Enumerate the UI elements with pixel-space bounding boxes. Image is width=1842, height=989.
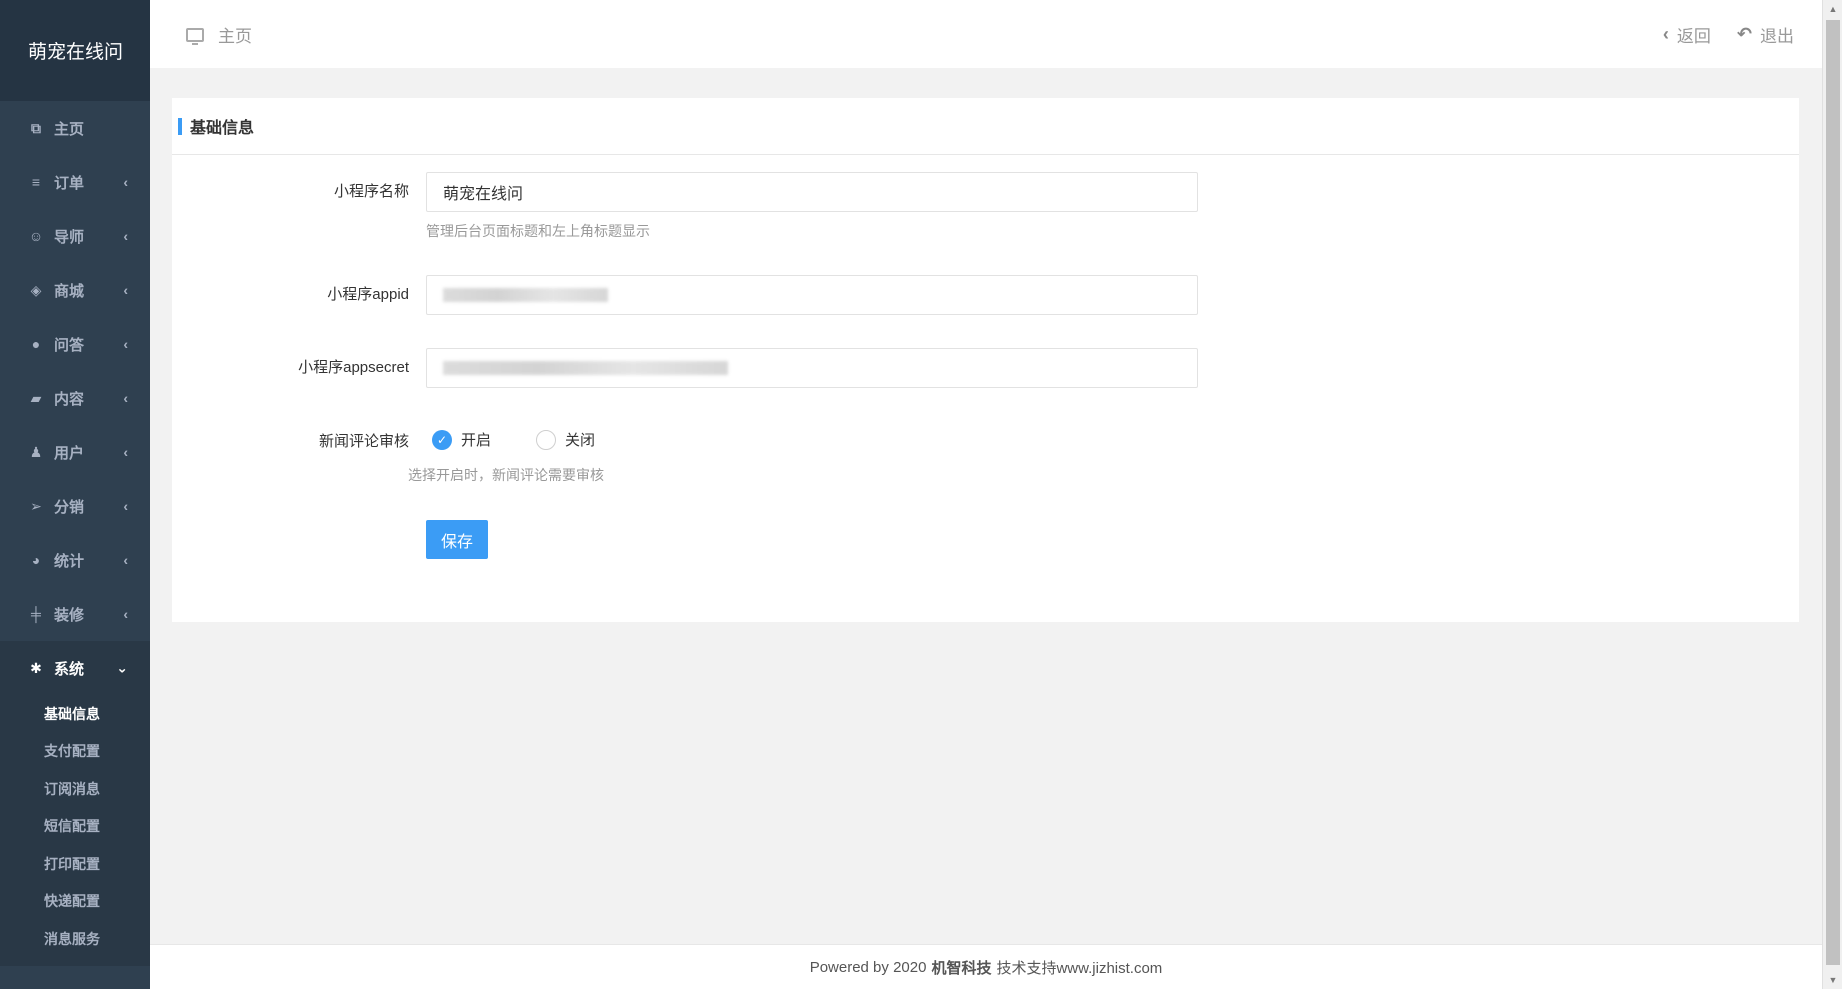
name-label: 小程序名称 [333,183,409,200]
sidebar-subitem-subscription[interactable]: 订阅消息 [0,770,150,808]
sidebar-item-orders[interactable]: ≡ 订单 ‹ [0,155,150,209]
send-icon: ➢ [30,497,42,514]
monitor-icon [186,27,204,45]
name-hint: 管理后台页面标题和左上角标题显示 [426,223,650,239]
chevron-left-icon: ‹ [123,282,128,298]
list-icon: ≡ [31,174,41,190]
appid-input[interactable] [426,275,1198,315]
sidebar-item-label: 内容 [54,390,85,408]
review-off-radio[interactable]: 关闭 [536,429,595,450]
radio-label: 开启 [461,432,492,449]
breadcrumb-home[interactable]: 主页 [218,22,252,47]
pie-chart-icon: ◕ [31,552,41,568]
appid-label: 小程序appid [327,286,409,303]
sidebar-item-distribution[interactable]: ➢ 分销 ‹ [0,479,150,533]
footer-prefix: Powered by 2020 [809,958,927,976]
reply-icon: ↶ [1736,24,1752,44]
chevron-left-icon: ‹ [1662,24,1669,44]
panel-title: 基础信息 [190,120,255,137]
sidebar-item-mentors[interactable]: ☺ 导师 ‹ [0,209,150,263]
sliders-icon: ╪ [31,606,41,622]
appsecret-label: 小程序appsecret [298,359,409,376]
chevron-down-icon: ⌄ [116,659,128,676]
user-icon: ☺ [28,228,44,244]
sidebar: 萌宠在线问 ⧉ 主页 ≡ 订单 ‹ ☺ 导师 ‹ ◈ 商城 ‹ ● 问答 ‹ ▰… [0,0,150,989]
brand-title: 萌宠在线问 [0,0,150,101]
sidebar-item-users[interactable]: ♟ 用户 ‹ [0,425,150,479]
name-input[interactable]: 萌宠在线问 [426,172,1198,212]
sidebar-subitem-sms[interactable]: 短信配置 [0,808,150,846]
footer-company: 机智科技 [931,959,992,977]
review-hint: 选择开启时，新闻评论需要审核 [408,467,604,483]
sidebar-item-mall[interactable]: ◈ 商城 ‹ [0,263,150,317]
sidebar-item-label: 分销 [54,498,85,516]
scroll-down-icon[interactable]: ▼ [1823,971,1842,989]
chevron-left-icon: ‹ [123,498,128,514]
sidebar-subitem-message-service[interactable]: 消息服务 [0,920,150,958]
panel-header: 基础信息 [172,98,1799,155]
radio-empty-icon [536,429,556,450]
footer-suffix: 技术支持www.jizhist.com [996,959,1163,977]
sidebar-subitem-express[interactable]: 快递配置 [0,883,150,921]
topbar: 主页 ‹ 返回 ↶ 退出 [150,0,1822,68]
sidebar-item-home[interactable]: ⧉ 主页 [0,101,150,155]
chevron-left-icon: ‹ [123,228,128,244]
sidebar-nav: ⧉ 主页 ≡ 订单 ‹ ☺ 导师 ‹ ◈ 商城 ‹ ● 问答 ‹ ▰ 内容 ‹ [0,101,150,695]
footer: Powered by 2020 机智科技 技术支持www.jizhist.com [150,944,1822,989]
comment-icon: ● [31,336,41,352]
sidebar-item-statistics[interactable]: ◕ 统计 ‹ [0,533,150,587]
redacted-value [443,361,728,375]
sidebar-subitem-basic-info[interactable]: 基础信息 [0,695,150,733]
logout-label: 退出 [1760,27,1794,46]
scrollbar-thumb[interactable] [1826,20,1840,965]
chevron-left-icon: ‹ [123,390,128,406]
sidebar-item-label: 装修 [54,606,85,624]
back-label: 返回 [1676,27,1711,46]
sidebar-item-system[interactable]: ✱ 系统 ⌄ [0,641,150,695]
title-accent-bar [178,117,182,135]
sidebar-item-label: 订单 [54,174,85,192]
sidebar-subnav: 基础信息 支付配置 订阅消息 短信配置 打印配置 快递配置 消息服务 [0,695,150,966]
copy-icon: ⧉ [31,119,41,136]
sidebar-item-label: 商城 [54,282,85,300]
gear-icon: ✱ [30,659,42,676]
chevron-left-icon: ‹ [123,174,128,190]
sidebar-item-decoration[interactable]: ╪ 装修 ‹ [0,587,150,641]
page-scrollbar[interactable]: ▲ ▼ [1822,0,1842,989]
sidebar-item-label: 问答 [54,336,85,354]
redacted-value [443,288,608,302]
review-on-radio[interactable]: ✓ 开启 [432,429,491,450]
logout-button[interactable]: ↶ 退出 [1737,22,1794,47]
sidebar-item-label: 用户 [54,444,85,462]
appsecret-input[interactable] [426,348,1198,388]
person-icon: ♟ [29,443,43,460]
sidebar-item-label: 统计 [54,552,85,570]
check-icon: ✓ [432,429,452,450]
tags-icon: ◈ [30,281,42,298]
radio-label: 关闭 [565,432,596,449]
chevron-left-icon: ‹ [123,552,128,568]
sidebar-item-qa[interactable]: ● 问答 ‹ [0,317,150,371]
sidebar-item-content[interactable]: ▰ 内容 ‹ [0,371,150,425]
save-button[interactable]: 保存 [426,520,488,559]
chevron-left-icon: ‹ [123,336,128,352]
scroll-up-icon[interactable]: ▲ [1823,0,1842,18]
sidebar-item-label: 系统 [54,660,85,678]
chevron-left-icon: ‹ [123,606,128,622]
breadcrumb[interactable]: 主页 [186,22,252,47]
sidebar-subitem-print[interactable]: 打印配置 [0,845,150,883]
sidebar-item-label: 主页 [54,120,85,138]
review-label: 新闻评论审核 [318,433,409,450]
back-button[interactable]: ‹ 返回 [1663,22,1711,47]
top-actions: ‹ 返回 ↶ 退出 [1663,22,1794,47]
book-icon: ▰ [30,389,42,406]
sidebar-item-label: 导师 [54,228,85,246]
basic-info-panel: 基础信息 小程序名称 萌宠在线问 管理后台页面标题和左上角标题显示 小程序app… [172,98,1799,622]
chevron-left-icon: ‹ [123,444,128,460]
sidebar-subitem-payment[interactable]: 支付配置 [0,733,150,771]
